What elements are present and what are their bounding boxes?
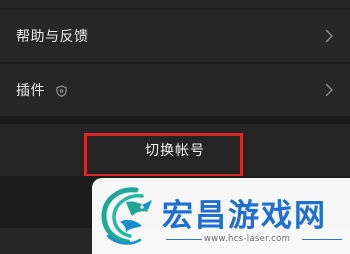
watermark-rule-left (166, 239, 202, 240)
shield-icon (56, 85, 67, 97)
section-gap (0, 116, 350, 124)
chevron-right-icon (325, 83, 333, 97)
top-strip (0, 0, 350, 8)
settings-screen: 帮助与反馈 插件 切换帐号 宏昌游戏网 www.hcs-laser.com (0, 0, 350, 254)
dragon-logo (101, 187, 152, 245)
help-feedback-row[interactable]: 帮助与反馈 (0, 10, 350, 62)
watermark: 宏昌游戏网 www.hcs-laser.com (92, 178, 350, 254)
plugins-row[interactable]: 插件 (0, 64, 350, 116)
watermark-url: www.hcs-laser.com (204, 234, 291, 244)
watermark-title: 宏昌游戏网 (162, 198, 327, 234)
plugins-label: 插件 (16, 83, 45, 99)
plugins-label-wrap: 插件 (16, 80, 67, 100)
watermark-rule-right (302, 239, 342, 240)
chevron-right-icon (325, 29, 333, 43)
help-feedback-label: 帮助与反馈 (16, 29, 89, 45)
highlight-box (84, 133, 243, 177)
